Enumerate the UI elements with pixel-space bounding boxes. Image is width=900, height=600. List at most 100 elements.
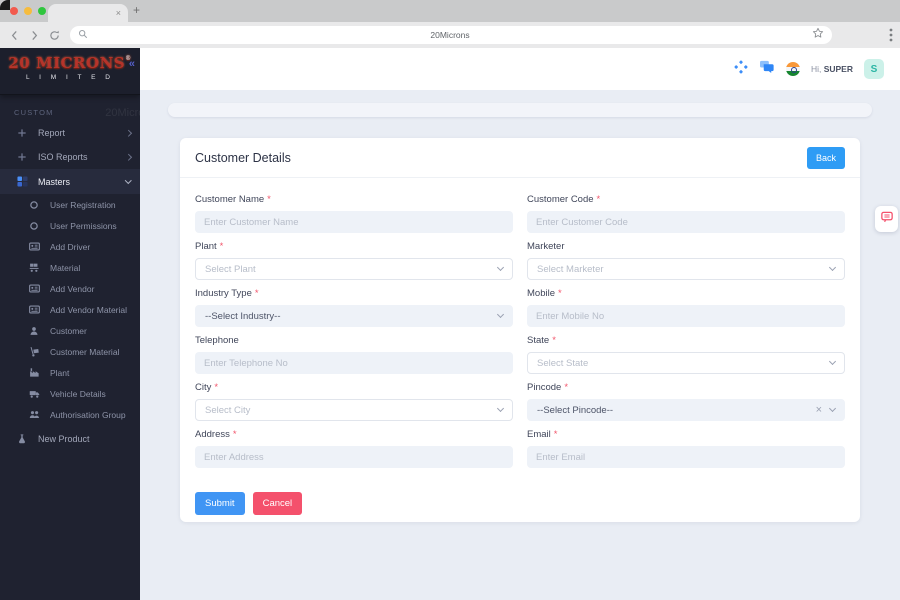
city-select[interactable]: Select City: [195, 399, 513, 421]
pincode-select[interactable]: --Select Pincode-- ×: [527, 399, 845, 421]
chevron-right-icon: [124, 153, 131, 161]
bookmark-star-icon[interactable]: [812, 26, 824, 44]
customer-code-input[interactable]: [527, 211, 845, 233]
required-asterisk: *: [558, 288, 562, 299]
field-label: Address: [195, 429, 230, 440]
card-header: Customer Details Back: [180, 138, 860, 178]
industry-type-select[interactable]: --Select Industry--: [195, 305, 513, 327]
submit-button[interactable]: Submit: [195, 492, 245, 515]
sidebar-item-material[interactable]: Material: [0, 257, 140, 278]
field-label: Telephone: [195, 335, 239, 346]
state-select[interactable]: Select State: [527, 352, 845, 374]
required-asterisk: *: [214, 382, 219, 393]
browser-tab-bar: × +: [0, 0, 900, 22]
content-area: Customer Details Back Customer Name* Cus…: [140, 90, 900, 600]
sidebar-collapse-icon[interactable]: «: [129, 58, 135, 70]
marketer-select[interactable]: Select Marketer: [527, 258, 845, 280]
tab-close-icon[interactable]: ×: [116, 8, 121, 18]
minimize-window-button[interactable]: [24, 7, 32, 15]
trolley-icon: [28, 262, 40, 273]
back-icon[interactable]: [9, 30, 20, 41]
field-label: Plant: [195, 241, 217, 252]
page-title: Customer Details: [195, 150, 291, 165]
sidebar-section: CUSTOM 20Microns: [0, 95, 140, 121]
field-address: Address *: [195, 429, 513, 468]
section-label: CUSTOM: [14, 108, 54, 117]
sidebar-item-customer[interactable]: Customer: [0, 320, 140, 341]
required-asterisk: *: [596, 194, 601, 205]
greeting-text: Hi,: [810, 64, 822, 74]
apps-icon[interactable]: [734, 59, 748, 79]
sidebar-item-add-driver[interactable]: Add Driver: [0, 236, 140, 257]
sidebar-item-authorisation-group[interactable]: Authorisation Group: [0, 404, 140, 425]
customer-name-input[interactable]: [195, 211, 513, 233]
field-label: Pincode: [527, 382, 562, 393]
messages-icon[interactable]: [759, 60, 775, 79]
chevron-down-icon: [124, 177, 131, 184]
person-icon: [28, 326, 40, 336]
email-input[interactable]: [527, 446, 845, 468]
telephone-input[interactable]: [195, 352, 513, 374]
required-asterisk: *: [267, 194, 271, 205]
new-tab-button[interactable]: +: [133, 3, 140, 17]
close-window-button[interactable]: [10, 7, 18, 15]
feedback-widget[interactable]: [875, 206, 898, 232]
field-label: State: [527, 335, 550, 346]
field-label: Customer Name: [195, 194, 265, 205]
field-customer-name: Customer Name *: [195, 194, 513, 233]
avatar[interactable]: S: [864, 59, 884, 79]
reload-icon[interactable]: [49, 30, 60, 41]
plus-icon: [16, 128, 28, 138]
circle-icon: [28, 221, 40, 231]
mobile-input[interactable]: [527, 305, 845, 327]
url-field[interactable]: 20Microns: [70, 26, 832, 44]
sidebar-item-new-product[interactable]: New Product: [0, 427, 140, 451]
maximize-window-button[interactable]: [38, 7, 46, 15]
address-input[interactable]: [195, 446, 513, 468]
plant-select[interactable]: Select Plant: [195, 258, 513, 280]
sidebar-watermark: 20Microns: [105, 107, 140, 119]
chevron-down-icon: [496, 310, 505, 319]
field-label: Email: [527, 429, 551, 440]
sidebar-item-iso-reports[interactable]: ISO Reports: [0, 145, 140, 169]
sidebar: 20 MICRONS® L I M I T E D « CUSTOM 20Mic…: [0, 48, 140, 600]
breadcrumb: [168, 103, 872, 117]
field-customer-code: Customer Code *: [527, 194, 845, 233]
clear-icon[interactable]: ×: [816, 404, 822, 416]
sidebar-item-plant[interactable]: Plant: [0, 362, 140, 383]
sidebar-item-add-vendor-material[interactable]: Add Vendor Material: [0, 299, 140, 320]
chevron-right-icon: [124, 129, 131, 137]
plus-icon: [16, 152, 28, 162]
sidebar-item-user-permissions[interactable]: User Permissions: [0, 215, 140, 236]
customer-form: Customer Name* Customer Code* Plant* Sel…: [180, 178, 860, 468]
browser-tab[interactable]: ×: [48, 4, 128, 22]
sidebar-item-customer-material[interactable]: Customer Material: [0, 341, 140, 362]
form-actions: Submit Cancel: [180, 468, 860, 515]
customer-details-card: Customer Details Back Customer Name* Cus…: [180, 138, 860, 522]
field-label: Industry Type: [195, 288, 252, 299]
sidebar-item-masters[interactable]: Masters: [0, 169, 140, 194]
field-pincode: Pincode * --Select Pincode-- ×: [527, 382, 845, 421]
id-card-icon: [28, 241, 40, 252]
india-flag-icon[interactable]: [785, 62, 800, 76]
cancel-button[interactable]: Cancel: [252, 492, 303, 515]
required-asterisk: *: [219, 241, 224, 252]
sidebar-item-report[interactable]: Report: [0, 121, 140, 145]
required-asterisk: *: [552, 335, 556, 346]
field-label: City: [195, 382, 212, 393]
browser-menu-icon[interactable]: [889, 28, 893, 47]
flask-icon: [16, 434, 28, 444]
sidebar-item-user-registration[interactable]: User Registration: [0, 194, 140, 215]
required-asterisk: *: [232, 429, 237, 440]
chevron-down-icon: [828, 357, 837, 366]
back-button[interactable]: Back: [806, 146, 845, 169]
sidebar-item-add-vendor[interactable]: Add Vendor: [0, 278, 140, 299]
app-frame: 20 MICRONS® L I M I T E D « CUSTOM 20Mic…: [0, 48, 900, 600]
window-controls[interactable]: [10, 7, 46, 15]
field-industry-type: Industry Type * --Select Industry--: [195, 288, 513, 327]
logo-subtitle: L I M I T E D: [25, 74, 114, 81]
id-card-icon: [28, 304, 40, 315]
window-corner: [0, 0, 10, 10]
sidebar-item-vehicle-details[interactable]: Vehicle Details: [0, 383, 140, 404]
forward-icon[interactable]: [29, 30, 40, 41]
